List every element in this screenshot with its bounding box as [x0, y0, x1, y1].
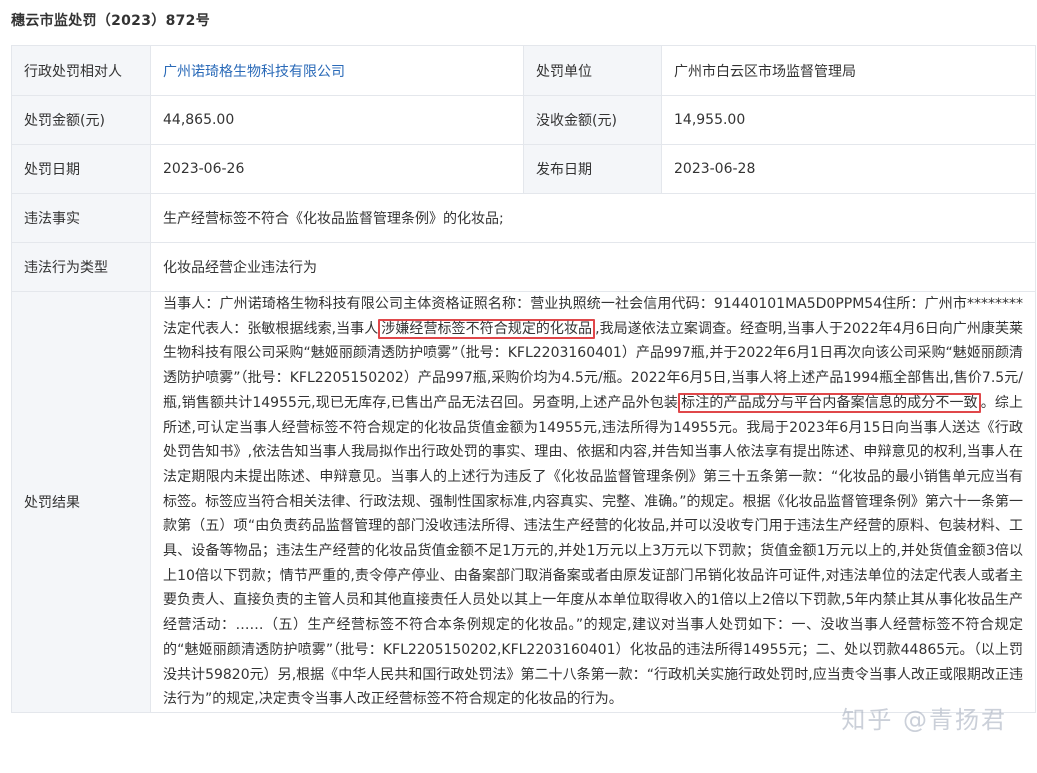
fact-value: 生产经营标签不符合《化妆品监督管理条例》的化妆品;: [150, 193, 1036, 243]
result-label: 处罚结果: [11, 291, 151, 713]
publish-label: 发布日期: [523, 144, 662, 194]
penalty-info-table: 行政处罚相对人 广州诺琦格生物科技有限公司 处罚单位 广州市白云区市场监督管理局…: [11, 45, 1036, 713]
highlight-box-2: 标注的产品成分与平台内备案信息的成分不一致: [678, 392, 981, 413]
date-label: 处罚日期: [11, 144, 151, 194]
type-label: 违法行为类型: [11, 242, 151, 292]
party-value-link[interactable]: 广州诺琦格生物科技有限公司: [150, 45, 524, 96]
unit-label: 处罚单位: [523, 45, 662, 96]
fine-label: 处罚金额(元): [11, 95, 151, 145]
date-value: 2023-06-26: [150, 144, 524, 194]
row-dates: 处罚日期 2023-06-26 发布日期 2023-06-28: [11, 144, 1036, 194]
row-amounts: 处罚金额(元) 44,865.00 没收金额(元) 14,955.00: [11, 95, 1036, 145]
party-label: 行政处罚相对人: [11, 45, 151, 96]
publish-value: 2023-06-28: [661, 144, 1036, 194]
fact-label: 违法事实: [11, 193, 151, 243]
row-type: 违法行为类型 化妆品经营企业违法行为: [11, 242, 1036, 292]
row-party: 行政处罚相对人 广州诺琦格生物科技有限公司 处罚单位 广州市白云区市场监督管理局: [11, 45, 1036, 96]
result-part-3: 。综上所述,可认定当事人经营标签不符合规定的化妆品货值金额为14955元,违法所…: [163, 394, 1024, 708]
type-value: 化妆品经营企业违法行为: [150, 242, 1036, 292]
row-fact: 违法事实 生产经营标签不符合《化妆品监督管理条例》的化妆品;: [11, 193, 1036, 243]
fine-value: 44,865.00: [150, 95, 524, 145]
document-title: 穗云市监处罚（2023）872号: [11, 13, 210, 29]
highlight-box-1: 涉嫌经营标签不符合规定的化妆品: [378, 318, 596, 339]
unit-value: 广州市白云区市场监督管理局: [661, 45, 1036, 96]
result-text: 当事人：广州诺琦格生物科技有限公司主体资格证照名称：营业执照统一社会信用代码：9…: [150, 291, 1036, 713]
row-result: 处罚结果 当事人：广州诺琦格生物科技有限公司主体资格证照名称：营业执照统一社会信…: [11, 291, 1036, 713]
confiscate-value: 14,955.00: [661, 95, 1036, 145]
confiscate-label: 没收金额(元): [523, 95, 662, 145]
